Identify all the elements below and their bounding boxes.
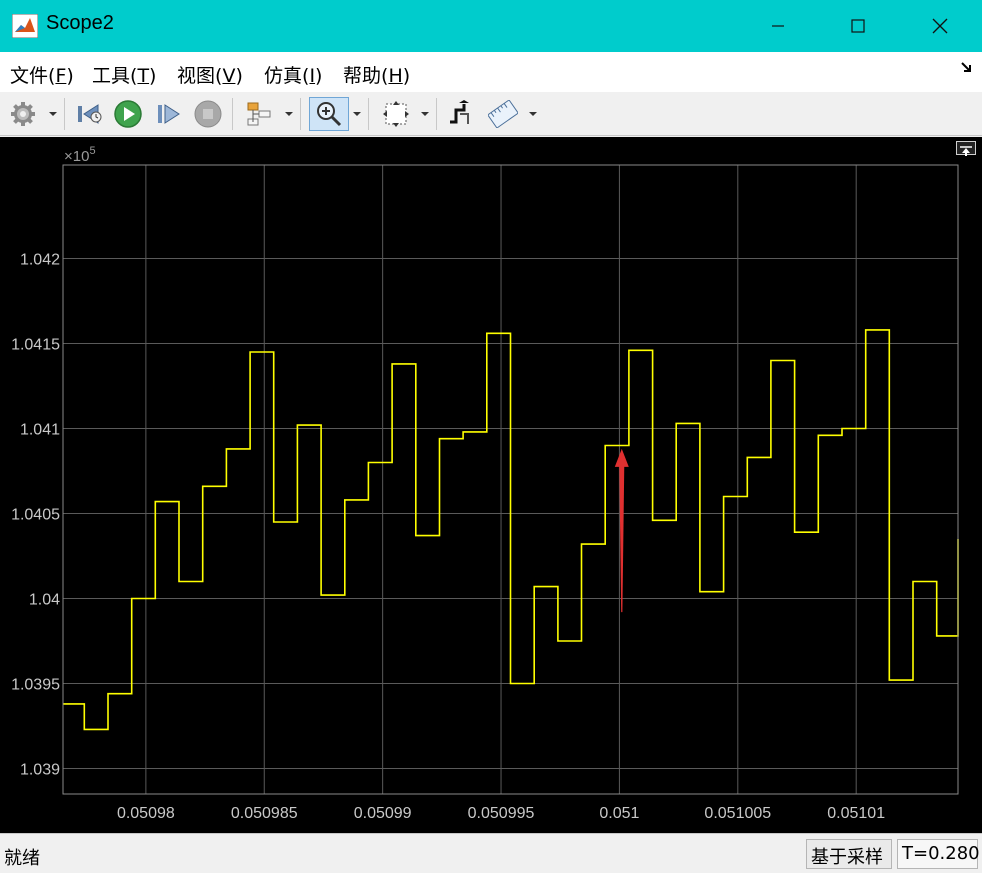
close-button[interactable] [900, 0, 980, 52]
settings-button[interactable] [7, 97, 39, 131]
y-tick-label: 1.039 [20, 762, 60, 779]
exponent-base: ×10 [64, 148, 89, 165]
fit-axes-icon [383, 101, 409, 127]
status-bar: 就绪 基于采样 T=0.280 [0, 833, 982, 873]
scope-window: Scope2 文件(F) 工具(T) 视图(V) 仿真(I) 帮助(H) ×10… [0, 0, 982, 873]
y-tick-label: 1.0395 [11, 677, 60, 694]
x-tick-label: 0.05099 [354, 805, 412, 822]
menu-tools-accel: T [137, 65, 150, 87]
menu-help-accel: H [388, 65, 403, 87]
exponent-label: ×105 [64, 145, 96, 165]
maximize-button[interactable] [818, 0, 898, 52]
signal-selector-icon [247, 102, 271, 126]
menu-view-label: 视图 [177, 65, 216, 87]
gear-icon [11, 102, 35, 126]
x-tick-label: 0.05098 [117, 805, 175, 822]
y-tick-label: 1.041 [20, 422, 60, 439]
x-tick-label: 0.050995 [468, 805, 535, 822]
exponent-power: 5 [89, 145, 95, 157]
chevron-down-icon [49, 112, 57, 116]
toolbar-separator [300, 98, 301, 130]
tick-labels: 0.05098 0.050985 0.05099 0.050995 0.051 0.051… [11, 252, 885, 823]
x-tick-label: 0.050985 [231, 805, 298, 822]
step-forward-button[interactable] [152, 97, 184, 131]
trace-layer [63, 329, 959, 731]
menu-file-label: 文件 [10, 65, 49, 87]
annotation-arrow-head [614, 448, 629, 467]
x-tick-label: 0.051005 [704, 805, 771, 822]
chevron-down-icon [421, 112, 429, 116]
minimize-icon [772, 25, 784, 27]
menu-file[interactable]: 文件(F) [10, 61, 74, 88]
zoom-in-icon [317, 102, 342, 127]
toolbar [0, 92, 982, 136]
step-forward-icon [158, 104, 180, 124]
stop-button[interactable] [192, 97, 224, 131]
toolbar-separator [232, 98, 233, 130]
toolbar-separator [436, 98, 437, 130]
run-button[interactable] [112, 97, 144, 131]
y-tick-label: 1.0405 [11, 507, 60, 524]
y-tick-label: 1.042 [20, 252, 60, 269]
y-tick-label: 1.0415 [11, 337, 60, 354]
series-line [63, 329, 959, 731]
status-text: 就绪 [4, 848, 40, 869]
scope-axes[interactable]: ×105 0.05098 0.050985 0.05099 0.050995 0.051… [0, 137, 982, 833]
cursor-measure-icon [488, 100, 518, 128]
measure-dropdown[interactable] [528, 107, 538, 121]
signal-selector-button[interactable] [243, 97, 275, 131]
sample-mode-indicator: 基于采样 [806, 839, 892, 869]
annotation-layer [614, 448, 629, 613]
toolbar-separator [368, 98, 369, 130]
toolbar-separator [64, 98, 65, 130]
chevron-down-icon [285, 112, 293, 116]
run-icon [114, 100, 142, 128]
menu-help-label: 帮助 [343, 65, 382, 87]
triggers-button[interactable] [444, 97, 476, 131]
menu-help[interactable]: 帮助(H) [343, 61, 410, 88]
y-tick-label: 1.04 [29, 592, 60, 609]
annotation-arrow-shaft [619, 464, 625, 613]
menu-view-accel: V [222, 65, 236, 87]
fit-axes-button[interactable] [380, 97, 412, 131]
step-back-icon [78, 104, 102, 124]
dock-arrow-icon[interactable] [960, 60, 974, 74]
chevron-down-icon [529, 112, 537, 116]
matlab-logo-icon [12, 14, 38, 38]
minimize-button[interactable] [738, 0, 818, 52]
step-back-button[interactable] [74, 97, 106, 131]
menu-view[interactable]: 视图(V) [177, 61, 243, 88]
time-indicator: T=0.280 [897, 839, 980, 869]
cursor-measure-button[interactable] [487, 97, 519, 131]
triggers-icon [450, 100, 469, 124]
maximize-icon [851, 19, 865, 33]
x-tick-label: 0.051 [599, 805, 639, 822]
menu-tools-label: 工具 [92, 65, 131, 87]
chevron-down-icon [353, 112, 361, 116]
menu-simulation-accel: I [309, 65, 316, 87]
title-bar[interactable]: Scope2 [0, 0, 982, 52]
zoom-dropdown[interactable] [352, 107, 362, 121]
settings-dropdown[interactable] [48, 107, 58, 121]
fit-axes-dropdown[interactable] [420, 107, 430, 121]
menu-tools[interactable]: 工具(T) [92, 61, 156, 88]
zoom-in-button[interactable] [309, 97, 349, 131]
stop-icon [194, 100, 222, 128]
menu-bar: 文件(F) 工具(T) 视图(V) 仿真(I) 帮助(H) [0, 52, 982, 92]
menu-file-accel: F [55, 65, 67, 87]
close-icon [932, 18, 948, 34]
window-title: Scope2 [46, 12, 114, 34]
menu-simulation[interactable]: 仿真(I) [264, 61, 322, 88]
x-tick-label: 0.05101 [827, 805, 885, 822]
menu-simulation-label: 仿真 [264, 65, 303, 87]
signal-selector-dropdown[interactable] [284, 107, 294, 121]
